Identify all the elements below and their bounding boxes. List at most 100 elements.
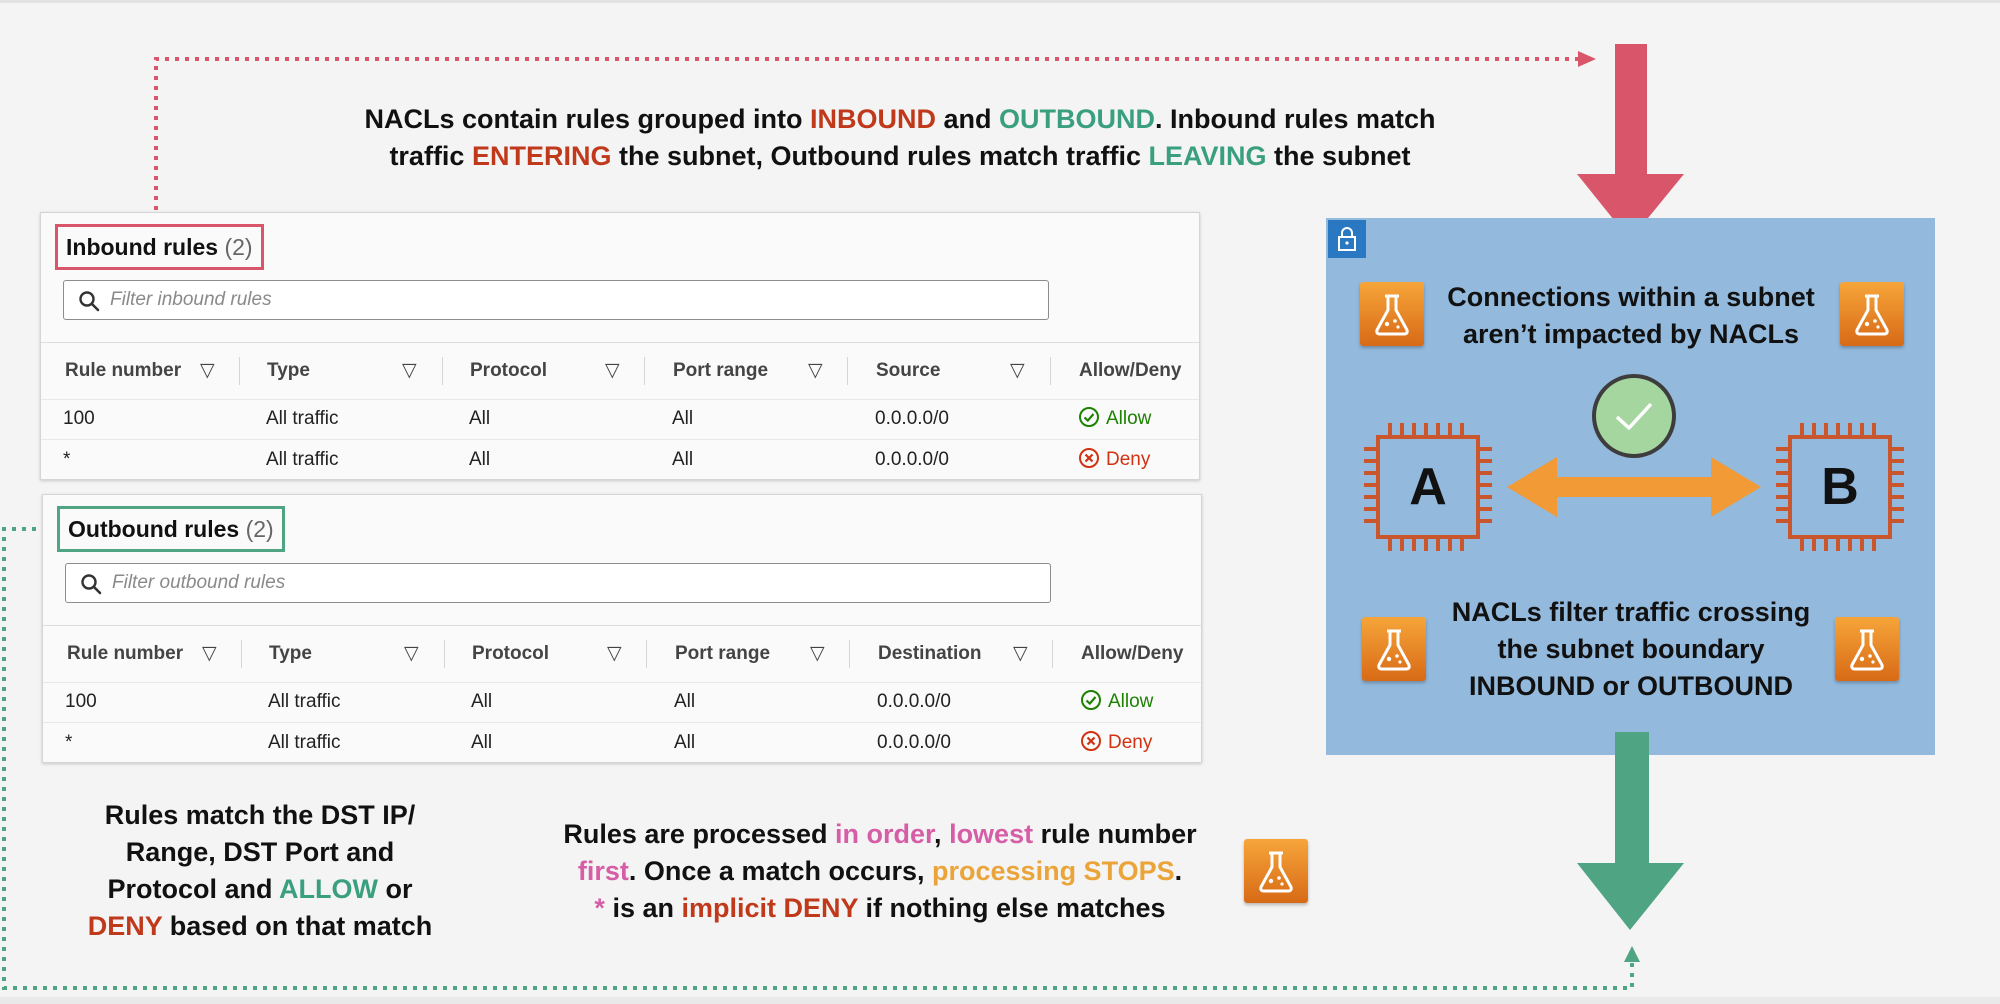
inbound-rules-count: (2) [224,234,253,260]
port-range-cell: All [674,691,696,712]
search-icon [81,574,102,595]
match-rules-note-segment: or [377,874,413,904]
sort-caret-icon[interactable]: ▽ [200,343,215,399]
column-separator [646,640,647,668]
outbound-column-port-range[interactable]: Port range [675,626,770,682]
subnet-boundary-text-line-1: NACLs filter traffic crossing [1451,597,1811,627]
inbound-filter-input[interactable]: Filter inbound rules [63,280,1049,320]
node-a-label: A [1409,458,1447,516]
column-separator [644,357,645,385]
column-separator [1050,357,1051,385]
inbound-filter-placeholder: Filter inbound rules [110,289,272,310]
sort-caret-icon[interactable]: ▽ [402,343,417,399]
match-rules-note-segment: Range, DST Port and [125,837,395,867]
column-label: Port range [673,360,769,381]
header-caption-segment: the subnet [1266,141,1411,171]
outbound-table-row[interactable]: * All traffic All All 0.0.0.0/0 Deny [43,723,1201,763]
header-caption-segment: . Inbound rules match [1155,104,1436,134]
port-range-cell: All [672,408,694,429]
flask-icon [1244,839,1308,903]
processing-order-note-segment: . Once a match occurs, [628,856,933,886]
column-label: Type [269,643,312,664]
column-label: Rule number [67,643,184,664]
inbound-traffic-arrow [1577,44,1684,240]
outbound-column-protocol[interactable]: Protocol [472,626,549,682]
rule-number-cell: 100 [65,691,97,712]
outbound-column-type[interactable]: Type [269,626,312,682]
destination-cell: 0.0.0.0/0 [877,691,951,712]
outbound-table-row[interactable]: 100 All traffic All All 0.0.0.0/0 Allow [43,682,1201,723]
inbound-column-source[interactable]: Source [876,343,940,399]
outbound-traffic-arrow [1577,732,1684,930]
inbound-column-port-range[interactable]: Port range [673,343,768,399]
sort-caret-icon[interactable]: ▽ [808,343,823,399]
column-label: Allow/Deny [1079,360,1182,381]
sort-caret-icon[interactable]: ▽ [605,343,620,399]
flask-icon [1835,617,1899,681]
allow-status-cell: Allow [1078,399,1151,439]
match-rules-note-segment: based on that match [162,911,433,941]
node-b-label: B [1821,458,1859,516]
column-separator [444,640,445,668]
checkmark-icon [1592,374,1676,458]
port-range-cell: All [674,732,696,753]
lock-icon [1328,220,1366,258]
sort-caret-icon[interactable]: ▽ [404,626,419,682]
source-cell: 0.0.0.0/0 [875,449,949,470]
inbound-rules-panel: Inbound rules (2) Filter inbound rules R… [40,212,1200,480]
inbound-column-type[interactable]: Type [267,343,310,399]
within-subnet-text-line-1: Connections within a subnet [1447,282,1815,312]
subnet-boundary-text: NACLs filter traffic crossing the subnet… [1432,594,1830,705]
match-rules-note-segment: ALLOW [279,874,378,904]
sort-caret-icon[interactable]: ▽ [202,626,217,682]
flask-icon [1362,617,1426,681]
column-separator [1052,640,1053,668]
match-rules-note: Rules match the DST IP/Range, DST Port a… [40,797,480,945]
processing-order-note-segment: is an [604,893,682,923]
bidirectional-arrow [1507,457,1761,517]
processing-order-note-segment: implicit DENY [681,893,859,923]
outbound-filter-input[interactable]: Filter outbound rules [65,563,1051,603]
sort-caret-icon[interactable]: ▽ [1010,343,1025,399]
rule-number-cell: * [65,732,73,753]
within-subnet-text-line-2: aren’t impacted by NACLs [1462,319,1800,349]
header-caption: NACLs contain rules grouped into INBOUND… [300,101,1500,175]
subnet-boundary-text-line-3: INBOUND or OUTBOUND [1469,671,1793,701]
type-cell: All traffic [268,732,341,753]
sort-caret-icon[interactable]: ▽ [1013,626,1028,682]
protocol-cell: All [469,408,491,429]
match-rules-note-line: Rules match the DST IP/ [40,797,480,834]
sort-caret-icon[interactable]: ▽ [607,626,622,682]
column-label: Allow/Deny [1081,643,1184,664]
allow-label: Allow [1108,691,1154,712]
inbound-table-row[interactable]: 100 All traffic All All 0.0.0.0/0 Allow [41,399,1199,440]
processing-order-note-segment: in order [835,819,935,849]
column-label: Type [267,360,310,381]
processing-order-note-segment: first [577,856,629,886]
inbound-column-rule-number[interactable]: Rule number [65,343,181,399]
inbound-rules-title-text: Inbound rules [66,234,219,260]
processing-order-note-segment: rule number [1033,819,1197,849]
type-cell: All traffic [268,691,341,712]
deny-label: Deny [1106,449,1151,470]
x-circle-icon [1081,731,1101,752]
outbound-rules-title: Outbound rules (2) [57,506,285,552]
allow-status-cell: Allow [1080,682,1153,722]
outbound-column-destination[interactable]: Destination [878,626,981,682]
sort-caret-icon[interactable]: ▽ [810,626,825,682]
port-range-cell: All [672,449,694,470]
header-caption-segment: the subnet, Outbound rules match traffic [611,141,1149,171]
inbound-rules-title: Inbound rules (2) [55,224,264,270]
outbound-column-rule-number[interactable]: Rule number [67,626,183,682]
inbound-table-header: Rule number ▽ Type ▽ Protocol ▽ Port ran… [41,342,1199,400]
outbound-table-header: Rule number ▽ Type ▽ Protocol ▽ Port ran… [43,625,1201,683]
processing-order-note-segment: Rules are processed [563,819,836,849]
inbound-table-row[interactable]: * All traffic All All 0.0.0.0/0 Deny [41,440,1199,480]
x-circle-icon [1079,448,1099,469]
destination-cell: 0.0.0.0/0 [877,732,951,753]
inbound-column-protocol[interactable]: Protocol [470,343,547,399]
header-caption-segment: OUTBOUND [999,104,1155,134]
outbound-column-allow-deny: Allow/Deny [1081,626,1183,682]
processing-order-note: Rules are processed in order, lowest rul… [530,816,1230,927]
column-label: Protocol [470,360,548,381]
